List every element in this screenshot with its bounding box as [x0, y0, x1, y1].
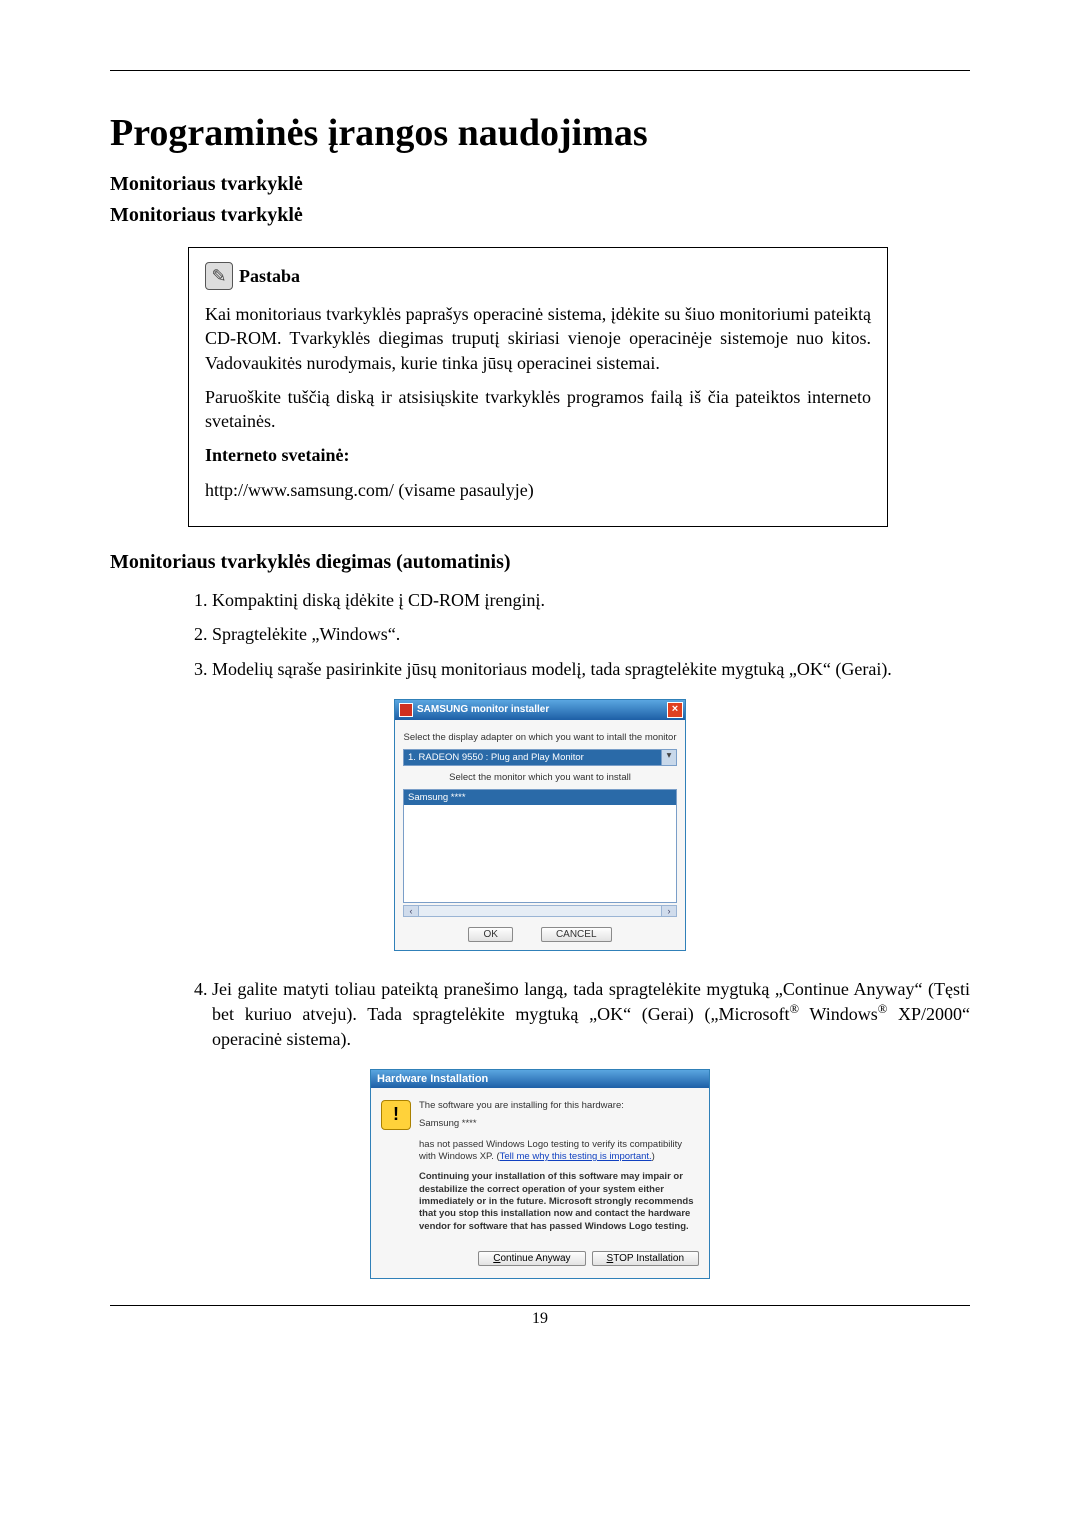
note-box: ✎ Pastaba Kai monitoriaus tvarkyklės pap… [188, 247, 888, 527]
scroll-right-icon[interactable]: › [661, 905, 677, 917]
horizontal-scrollbar[interactable]: ‹ › [403, 905, 677, 917]
scroll-left-icon[interactable]: ‹ [403, 905, 419, 917]
ok-button[interactable]: OK [468, 927, 512, 942]
warning-bold: Continuing your installation of this sof… [419, 1171, 699, 1233]
step-3: Modelių sąraše pasirinkite jūsų monitori… [212, 657, 970, 681]
website-label: Interneto svetainė: [205, 443, 871, 467]
hardware-installation-dialog: Hardware Installation ! The software you… [370, 1069, 710, 1279]
dialog1-titlebar[interactable]: SAMSUNG monitor installer × [395, 700, 685, 720]
adapter-label: Select the display adapter on which you … [403, 732, 677, 743]
monitor-listbox[interactable]: Samsung **** [403, 789, 677, 903]
note-paragraph-1: Kai monitoriaus tvarkyklės paprašys oper… [205, 302, 871, 375]
bottom-rule [110, 1305, 970, 1306]
stop-rest: TOP Installation [613, 1253, 684, 1264]
note-paragraph-2: Paruoškite tuščią diską ir atsisiųskite … [205, 385, 871, 434]
continue-rest: ontinue Anyway [500, 1253, 570, 1264]
step-2: Spragtelėkite „Windows“. [212, 622, 970, 646]
heading-driver-2: Monitoriaus tvarkyklė [110, 204, 970, 227]
warning-glyph: ! [393, 1104, 399, 1125]
step-1: Kompaktinį diską įdėkite į CD-ROM įrengi… [212, 588, 970, 612]
heading-install-auto: Monitoriaus tvarkyklės diegimas (automat… [110, 551, 970, 574]
step-4: Jei galite matyti toliau pateiktą praneš… [212, 977, 970, 1051]
step-4-text-b: Windows [799, 1004, 878, 1024]
testing-info-link[interactable]: Tell me why this testing is important. [500, 1151, 652, 1162]
reg-mark-1: ® [789, 1002, 799, 1016]
monitor-label: Select the monitor which you want to ins… [403, 772, 677, 783]
reg-mark-2: ® [878, 1002, 888, 1016]
page-title: Programinės įrangos naudojimas [110, 111, 970, 155]
chevron-down-icon[interactable]: ▾ [661, 750, 676, 765]
install-steps: Kompaktinį diską įdėkite į CD-ROM įrengi… [188, 588, 970, 681]
warning-line-2b: ) [652, 1151, 655, 1162]
adapter-combo[interactable]: 1. RADEON 9550 : Plug and Play Monitor ▾ [403, 749, 677, 766]
dialog2-title: Hardware Installation [377, 1073, 488, 1085]
dialog1-title: SAMSUNG monitor installer [417, 704, 549, 715]
warning-line-2: has not passed Windows Logo testing to v… [419, 1139, 699, 1164]
adapter-combo-value: 1. RADEON 9550 : Plug and Play Monitor [404, 750, 661, 765]
cancel-button[interactable]: CANCEL [541, 927, 612, 942]
stop-installation-button[interactable]: STOP Installation [592, 1251, 699, 1266]
warning-icon: ! [381, 1100, 411, 1130]
warning-message: The software you are installing for this… [419, 1100, 699, 1233]
page-number: 19 [110, 1310, 970, 1328]
dialog2-titlebar[interactable]: Hardware Installation [371, 1070, 709, 1088]
continue-anyway-button[interactable]: Continue Anyway [478, 1251, 585, 1266]
heading-driver-1: Monitoriaus tvarkyklė [110, 173, 970, 196]
top-rule [110, 70, 970, 71]
close-icon[interactable]: × [667, 702, 683, 718]
list-item[interactable]: Samsung **** [404, 790, 676, 805]
note-icon: ✎ [205, 262, 233, 290]
samsung-icon [399, 703, 413, 717]
note-label: Pastaba [239, 264, 300, 288]
install-steps-cont: Jei galite matyti toliau pateiktą praneš… [188, 977, 970, 1051]
scroll-track[interactable] [419, 905, 661, 917]
website-url: http://www.samsung.com/ (visame pasaulyj… [205, 478, 871, 502]
warning-line-1: The software you are installing for this… [419, 1100, 699, 1112]
warning-device: Samsung **** [419, 1118, 699, 1130]
samsung-installer-dialog: SAMSUNG monitor installer × Select the d… [394, 699, 686, 951]
